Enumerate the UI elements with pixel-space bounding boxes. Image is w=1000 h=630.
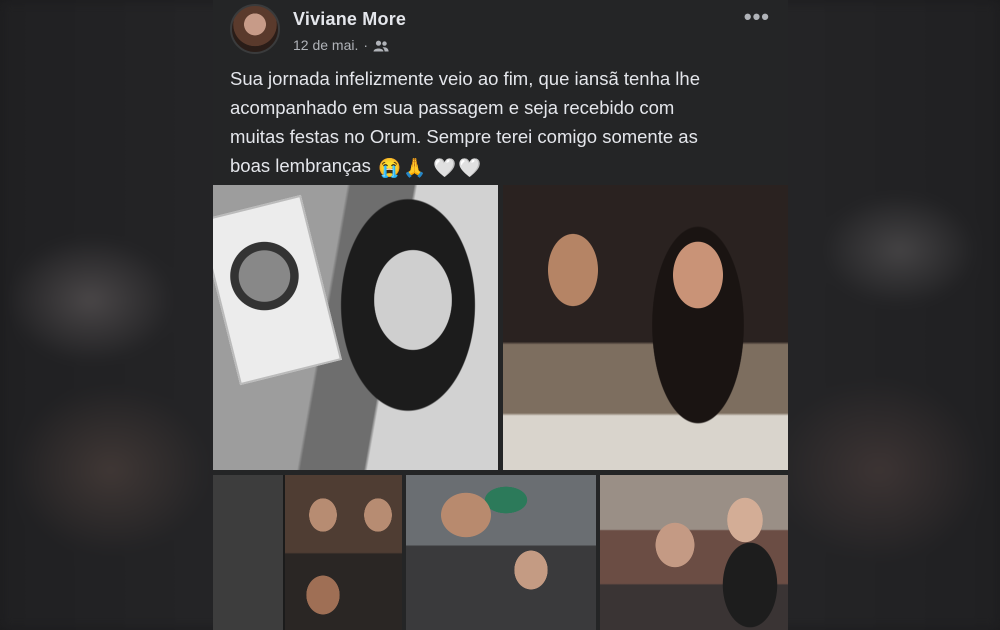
post-text-line-last: boas lembranças 😭 🙏 🤍 🤍 [230,151,775,182]
photo-5[interactable] [600,475,788,630]
post-text-line: Sua jornada infelizmente veio ao fim, qu… [230,68,700,89]
photo-2[interactable] [503,185,788,470]
photo-card [213,194,343,386]
photo-4[interactable] [406,475,596,630]
post-text: Sua jornada infelizmente veio ao fim, qu… [230,64,775,182]
author-name[interactable]: Viviane More [293,9,406,30]
photo-3[interactable] [213,475,402,630]
facebook-post: Viviane More 12 de mai. · ••• Sua jornad… [213,0,788,630]
post-text-line: muitas festas no Orum. Sempre terei comi… [230,126,698,147]
photo-1[interactable] [213,185,498,470]
post-meta: 12 de mai. · [293,37,389,53]
white-heart-icon: 🤍 [433,156,457,178]
post-text-line: acompanhado em sua passagem e seja receb… [230,97,675,118]
avatar[interactable] [230,4,280,54]
friends-icon[interactable] [373,39,389,52]
post-date[interactable]: 12 de mai. [293,37,358,53]
more-options-button[interactable]: ••• [744,4,770,30]
white-heart-icon: 🤍 [458,156,482,178]
meta-separator: · [363,37,369,53]
post-text-line: boas lembranças [230,155,371,176]
praying-hands-icon: 🙏 [403,156,427,178]
post-header: Viviane More 12 de mai. · ••• [213,0,788,60]
photo-grid [213,185,788,630]
crying-face-icon: 😭 [378,156,402,178]
